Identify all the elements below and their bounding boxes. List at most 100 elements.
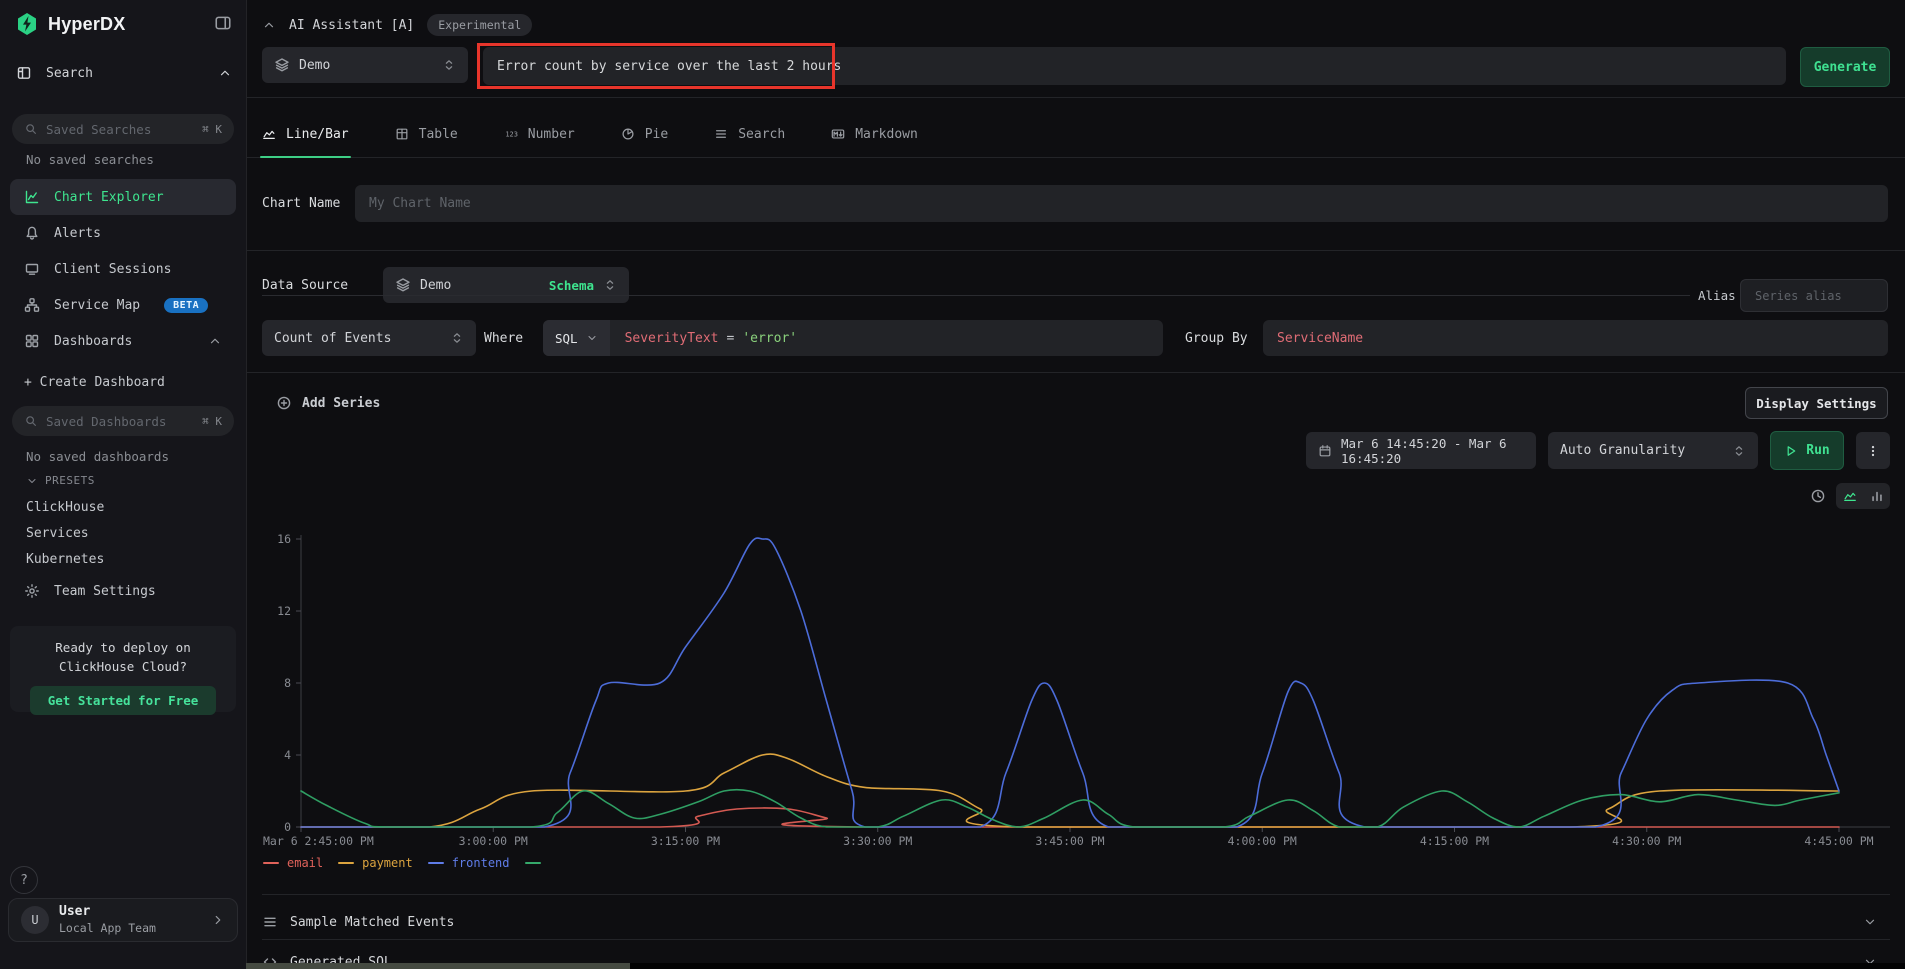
updown-chevron-icon — [1732, 444, 1746, 458]
chevron-up-icon[interactable] — [208, 334, 222, 348]
sidebar-item-client-sessions[interactable]: Client Sessions — [10, 251, 236, 287]
tab-pie[interactable]: Pie — [621, 111, 668, 157]
sidebar-item-label: Chart Explorer — [54, 190, 164, 205]
calendar-icon — [1318, 444, 1332, 458]
updown-chevron-icon — [603, 278, 617, 292]
cloud-promo-card: Ready to deploy on ClickHouse Cloud? Get… — [10, 626, 236, 712]
saved-searches-placeholder: Saved Searches — [46, 122, 151, 137]
sidebar-item-dashboards[interactable]: Dashboards — [10, 323, 236, 359]
tab-label: Line/Bar — [286, 127, 349, 142]
granularity-select[interactable]: Auto Granularity — [1548, 432, 1758, 469]
granularity-value: Auto Granularity — [1560, 443, 1685, 458]
user-name: User — [59, 905, 156, 920]
where-label: Where — [484, 331, 523, 346]
svg-text:3:00:00 PM: 3:00:00 PM — [459, 834, 528, 848]
alias-label-wrap: Alias — [1698, 287, 1736, 303]
pie-icon — [621, 127, 635, 141]
tab-label: Search — [738, 127, 785, 142]
legend-item-email[interactable]: email — [263, 856, 323, 870]
sidebar-section-search[interactable]: Search — [16, 60, 232, 86]
legend-item-frontend[interactable]: frontend — [428, 856, 510, 870]
chart-legend: email payment frontend — [263, 856, 541, 870]
tab-search[interactable]: Search — [714, 111, 785, 157]
legend-item[interactable] — [525, 862, 541, 865]
divider — [246, 372, 1905, 373]
create-dashboard-button[interactable]: + Create Dashboard — [24, 368, 165, 396]
bar-chart-toggle[interactable] — [1863, 483, 1890, 509]
layers-icon — [395, 277, 411, 293]
generate-button[interactable]: Generate — [1800, 47, 1890, 87]
divider — [246, 250, 1905, 251]
where-language-select[interactable]: SQL — [543, 320, 610, 356]
bottom-strip-black — [630, 963, 1905, 969]
help-button[interactable]: ? — [10, 866, 38, 894]
where-label-wrap: Where — [484, 320, 523, 356]
sample-events-panel[interactable]: Sample Matched Events — [246, 904, 1905, 940]
where-input[interactable]: SQL SeverityText = 'error' — [543, 320, 1163, 356]
display-settings-button[interactable]: Display Settings — [1745, 387, 1888, 419]
legend-label: frontend — [452, 856, 510, 870]
preset-item-services[interactable]: Services — [0, 520, 246, 546]
preset-item-clickhouse[interactable]: ClickHouse — [0, 494, 246, 520]
series-alias-input[interactable] — [1740, 279, 1888, 312]
sidebar-item-service-map[interactable]: Service Map BETA — [10, 287, 236, 323]
group-by-input[interactable]: ServiceName — [1263, 320, 1888, 356]
svg-text:8: 8 — [284, 676, 291, 690]
time-range-picker[interactable]: Mar 6 14:45:20 - Mar 6 16:45:20 — [1306, 432, 1536, 469]
chevron-down-icon — [586, 332, 598, 344]
sidebar-item-team-settings[interactable]: Team Settings — [24, 577, 156, 605]
chevron-up-icon[interactable] — [262, 18, 276, 32]
aggregation-select[interactable]: Count of Events — [262, 320, 476, 356]
assistant-prompt-input[interactable] — [483, 47, 1786, 85]
sidebar-collapse-icon[interactable] — [214, 14, 232, 32]
sidebar-item-chart-explorer[interactable]: Chart Explorer — [10, 179, 236, 215]
bar-chart-icon — [1870, 489, 1884, 503]
chevron-right-icon — [211, 913, 225, 927]
saved-searches-input[interactable]: Saved Searches ⌘ K — [12, 114, 234, 144]
tab-label: Pie — [645, 127, 668, 142]
brand-name: HyperDX — [48, 14, 125, 35]
run-button[interactable]: Run — [1770, 431, 1844, 470]
saved-dashboards-input[interactable]: Saved Dashboards ⌘ K — [12, 406, 234, 436]
alias-divider — [262, 295, 1690, 296]
team-settings-label: Team Settings — [54, 584, 156, 599]
chartMini-icon — [262, 127, 276, 141]
search-section-icon — [16, 65, 32, 81]
sidebar-item-label: Service Map — [54, 298, 140, 313]
clock-icon[interactable] — [1810, 488, 1826, 504]
search-icon — [24, 122, 38, 136]
time-range-value: Mar 6 14:45:20 - Mar 6 16:45:20 — [1341, 436, 1524, 466]
bell-icon — [24, 225, 40, 241]
legend-item-payment[interactable]: payment — [338, 856, 413, 870]
tab-number[interactable]: 123Number — [504, 111, 575, 157]
group-by-value: ServiceName — [1277, 331, 1363, 346]
ai-assistant-header[interactable]: AI Assistant [A] Experimental — [262, 12, 532, 38]
list-icon — [262, 914, 278, 930]
brand: HyperDX — [16, 10, 125, 38]
data-source-select[interactable]: Demo Schema — [383, 267, 629, 303]
divider — [262, 894, 1890, 895]
sidebar-item-alerts[interactable]: Alerts — [10, 215, 236, 251]
presets-header[interactable]: PRESETS — [26, 474, 95, 487]
line-chart-toggle[interactable] — [1836, 483, 1863, 509]
schema-link[interactable]: Schema — [549, 278, 594, 293]
tab-table[interactable]: Table — [395, 111, 458, 157]
add-series-button[interactable]: Add Series — [276, 388, 380, 418]
chart-name-input[interactable] — [355, 185, 1888, 222]
group-by-label-wrap: Group By — [1185, 320, 1248, 356]
user-card[interactable]: U User Local App Team — [8, 898, 238, 942]
hyperdx-logo-icon — [16, 12, 38, 36]
assistant-source-select[interactable]: Demo — [262, 47, 468, 83]
get-started-button[interactable]: Get Started for Free — [30, 686, 217, 715]
line-chart-icon — [1843, 489, 1857, 503]
tab-markdown[interactable]: Markdown — [831, 111, 918, 157]
beta-badge: BETA — [164, 298, 208, 313]
chart-controls — [1810, 483, 1890, 509]
chevron-up-icon[interactable] — [218, 66, 232, 80]
chart-menu-button[interactable] — [1856, 432, 1890, 469]
svg-text:123: 123 — [505, 131, 518, 139]
preset-item-kubernetes[interactable]: Kubernetes — [0, 546, 246, 572]
tab-line-bar[interactable]: Line/Bar — [262, 111, 349, 157]
data-source-label-wrap: Data Source — [262, 267, 348, 303]
number-icon: 123 — [504, 127, 518, 141]
